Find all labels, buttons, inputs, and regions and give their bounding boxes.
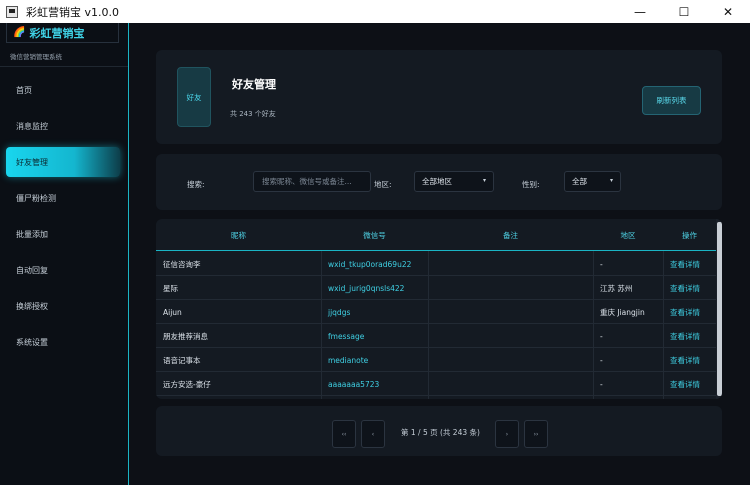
refresh-button[interactable]: 刷新列表 — [642, 86, 701, 115]
region-select[interactable]: 全部地区 ▾ — [414, 171, 494, 192]
wxid-cell: wxid_tkup0orad69u22 — [328, 259, 412, 269]
friends-table: 昵称 微信号 备注 地区 操作 征信咨询李 wxid_tkup0orad69u2… — [156, 219, 722, 399]
search-input[interactable]: 搜索昵称、微信号或备注... — [253, 171, 371, 192]
view-details-link[interactable]: 查看详情 — [661, 324, 700, 348]
remark-cell — [428, 300, 435, 324]
main-content: 好友 好友管理 共 243 个好友 刷新列表 搜索: 搜索昵称、微信号或备注..… — [130, 23, 750, 485]
region-cell: - — [600, 331, 603, 341]
region-cell: 重庆 Jiangjin — [600, 307, 645, 317]
app-icon — [6, 5, 18, 18]
sidebar-item-message-monitor[interactable]: 消息监控 — [0, 111, 128, 141]
window-title: 彩虹营销宝 v1.0.0 — [26, 5, 119, 19]
avatar: 好友 — [177, 67, 211, 127]
wxid-cell: aaaaaaa5723 — [328, 379, 380, 389]
nickname-cell: 语音记事本 — [163, 355, 201, 365]
prev-page-button[interactable]: ‹ — [361, 420, 385, 448]
first-page-button[interactable]: ‹‹ — [332, 420, 356, 448]
sidebar-item-zombie-check[interactable]: 僵尸粉检测 — [0, 183, 128, 213]
column-header-remark: 备注 — [503, 230, 518, 240]
sidebar-nav: 首页 消息监控 好友管理 僵尸粉检测 批量添加 自动回复 换绑授权 系统设置 — [0, 75, 128, 363]
column-divider — [321, 251, 322, 399]
close-icon[interactable]: ✕ — [706, 0, 750, 23]
sidebar-item-settings[interactable]: 系统设置 — [0, 327, 128, 357]
nickname-cell: Aijun — [163, 307, 182, 317]
remark-cell — [428, 276, 435, 300]
wxid-cell: wxid_jurig0qnsls422 — [328, 283, 405, 293]
minimize-icon[interactable]: — — [618, 0, 662, 23]
gender-select-value: 全部 — [572, 177, 587, 186]
title-bar: 彩虹营销宝 v1.0.0 — ☐ ✕ — [0, 0, 750, 23]
header-card: 好友 好友管理 共 243 个好友 刷新列表 — [156, 50, 722, 144]
last-page-button[interactable]: ›› — [524, 420, 548, 448]
chevron-down-icon: ▾ — [609, 177, 613, 184]
chevron-down-icon: ▾ — [482, 177, 486, 184]
wxid-cell: medianote — [328, 355, 369, 365]
sidebar-item-home[interactable]: 首页 — [0, 75, 128, 105]
region-cell: - — [600, 259, 603, 269]
wxid-cell: jjqdgs — [328, 307, 351, 317]
sidebar-item-auto-reply[interactable]: 自动回复 — [0, 255, 128, 285]
nickname-cell: 远方安选-豪仔 — [163, 379, 211, 389]
column-divider — [663, 251, 664, 399]
column-header-nickname: 昵称 — [231, 230, 246, 240]
pagination: ‹‹ ‹ 第 1 / 5 页 (共 243 条) › ›› — [156, 406, 722, 456]
sidebar: 🌈 彩虹营销宝 微信营销管理系统 首页 消息监控 好友管理 僵尸粉检测 批量添加… — [0, 23, 129, 485]
column-divider — [593, 251, 594, 399]
maximize-icon[interactable]: ☐ — [662, 0, 706, 23]
table-scrollbar-thumb[interactable] — [717, 222, 722, 396]
table-row: 征信咨询李 wxid_tkup0orad69u22 - 查看详情 — [156, 252, 716, 276]
region-cell: - — [600, 355, 603, 365]
view-details-link[interactable]: 查看详情 — [661, 276, 700, 300]
nickname-cell: 朋友推荐消息 — [163, 331, 208, 341]
column-header-wxid: 微信号 — [363, 230, 386, 240]
search-label: 搜索: — [187, 180, 205, 189]
nickname-cell: 征信咨询李 — [163, 259, 201, 269]
nickname-cell: 星际 — [163, 283, 178, 293]
table-row: 语音记事本 medianote - 查看详情 — [156, 348, 716, 372]
view-details-link[interactable]: 查看详情 — [661, 300, 700, 324]
app-window: 彩虹营销宝 v1.0.0 — ☐ ✕ 🌈 彩虹营销宝 微信营销管理系统 首页 消… — [0, 0, 750, 485]
logo: 🌈 彩虹营销宝 — [6, 23, 119, 43]
remark-cell — [428, 252, 435, 276]
friend-count: 共 243 个好友 — [230, 110, 276, 118]
view-details-link[interactable]: 查看详情 — [661, 372, 700, 396]
table-header: 昵称 微信号 备注 地区 操作 — [156, 219, 716, 251]
window-controls: — ☐ ✕ — [618, 0, 750, 23]
remark-cell — [428, 348, 435, 372]
table-row: Aijun jjqdgs 重庆 Jiangjin 查看详情 — [156, 300, 716, 324]
region-label: 地区: — [374, 180, 392, 189]
wxid-cell: fmessage — [328, 331, 365, 341]
table-row: 星际 wxid_jurig0qnsls422 江苏 苏州 查看详情 — [156, 276, 716, 300]
region-cell: 江苏 苏州 — [600, 283, 633, 293]
column-header-action: 操作 — [682, 230, 697, 240]
sidebar-item-friends[interactable]: 好友管理 — [6, 147, 120, 177]
app-subtitle: 微信营销管理系统 — [10, 53, 62, 61]
gender-select[interactable]: 全部 ▾ — [564, 171, 621, 192]
table-row: 朋友推荐消息 fmessage - 查看详情 — [156, 324, 716, 348]
page-info: 第 1 / 5 页 (共 243 条) — [401, 428, 480, 437]
region-select-value: 全部地区 — [422, 177, 452, 186]
sidebar-divider — [0, 66, 128, 67]
region-cell: - — [600, 379, 603, 389]
column-divider — [428, 251, 429, 399]
remark-cell — [428, 372, 435, 396]
next-page-button[interactable]: › — [495, 420, 519, 448]
filter-card: 搜索: 搜索昵称、微信号或备注... 地区: 全部地区 ▾ 性别: 全部 ▾ — [156, 154, 722, 210]
sidebar-item-rebind[interactable]: 换绑授权 — [0, 291, 128, 321]
sidebar-item-batch-add[interactable]: 批量添加 — [0, 219, 128, 249]
gender-label: 性别: — [522, 180, 540, 189]
view-details-link[interactable]: 查看详情 — [661, 348, 700, 372]
remark-cell — [428, 324, 435, 348]
column-header-region: 地区 — [620, 230, 636, 240]
view-details-link[interactable]: 查看详情 — [661, 252, 700, 276]
table-row: 远方安选-豪仔 aaaaaaa5723 - 查看详情 — [156, 372, 716, 396]
rainbow-icon: 🌈 — [13, 27, 26, 38]
logo-text: 彩虹营销宝 — [29, 26, 85, 40]
page-title: 好友管理 — [232, 78, 276, 91]
